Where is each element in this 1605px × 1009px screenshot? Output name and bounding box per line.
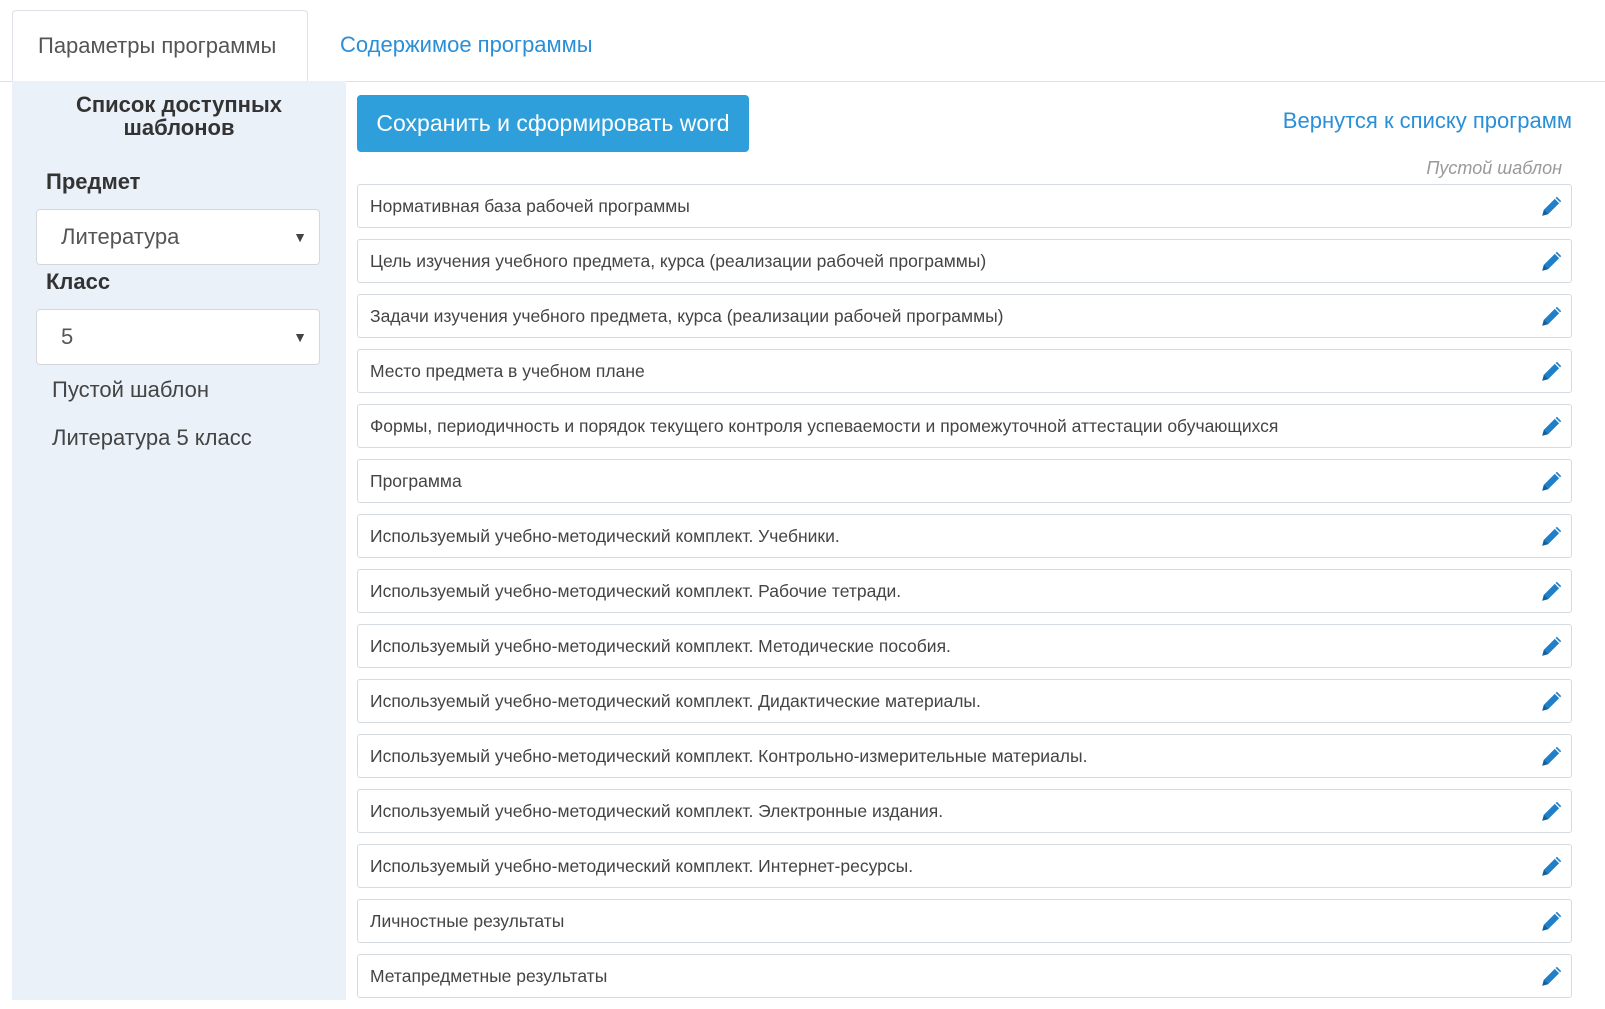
section-row[interactable]: Задачи изучения учебного предмета, курса… [357, 294, 1572, 338]
pencil-icon[interactable] [1539, 963, 1565, 989]
pencil-icon[interactable] [1539, 688, 1565, 714]
caret-down-icon: ▼ [293, 329, 307, 345]
section-row[interactable]: Цель изучения учебного предмета, курса (… [357, 239, 1572, 283]
section-label: Используемый учебно-методический комплек… [370, 526, 840, 546]
template-item-literature-5[interactable]: Литература 5 класс [52, 425, 252, 451]
pencil-icon[interactable] [1539, 248, 1565, 274]
section-label: Используемый учебно-методический комплек… [370, 856, 914, 876]
caret-down-icon: ▼ [293, 229, 307, 245]
pencil-icon[interactable] [1539, 908, 1565, 934]
subject-label: Предмет [46, 169, 141, 194]
pencil-icon[interactable] [1539, 578, 1565, 604]
program-sections-list: Нормативная база рабочей программы Цель и… [357, 184, 1572, 1009]
section-label: Используемый учебно-методический комплек… [370, 581, 902, 601]
subject-select[interactable]: Литература ▼ [36, 209, 320, 265]
section-row[interactable]: Используемый учебно-методический комплек… [357, 514, 1572, 558]
section-row[interactable]: Используемый учебно-методический комплек… [357, 844, 1572, 888]
section-row[interactable]: Нормативная база рабочей программы [357, 184, 1572, 228]
section-row[interactable]: Используемый учебно-методический комплек… [357, 734, 1572, 778]
pencil-icon[interactable] [1539, 798, 1565, 824]
section-label: Цель изучения учебного предмета, курса (… [370, 251, 987, 271]
pencil-icon[interactable] [1539, 743, 1565, 769]
section-label: Программа [370, 471, 462, 491]
pencil-icon[interactable] [1539, 193, 1565, 219]
section-label: Формы, периодичность и порядок текущего … [370, 416, 1279, 436]
section-label: Метапредметные результаты [370, 966, 608, 986]
section-row[interactable]: Место предмета в учебном плане [357, 349, 1572, 393]
section-row[interactable]: Используемый учебно-методический комплек… [357, 789, 1572, 833]
section-label: Личностные результаты [370, 911, 565, 931]
class-select[interactable]: 5 ▼ [36, 309, 320, 365]
class-label: Класс [46, 269, 111, 294]
current-template-label: Пустой шаблон [1426, 158, 1562, 178]
sidebar-title: Список доступных шаблонов [75, 92, 282, 140]
tab-bar: Параметры программы Содержимое программы [0, 0, 1605, 82]
pencil-icon[interactable] [1539, 633, 1565, 659]
pencil-icon[interactable] [1539, 468, 1565, 494]
subject-select-value: Литература [61, 224, 180, 249]
section-row[interactable]: Используемый учебно-методический комплек… [357, 624, 1572, 668]
tab-program-params[interactable]: Параметры программы [12, 10, 308, 82]
templates-sidebar: Список доступных шаблонов Предмет Литера… [12, 81, 346, 1000]
class-select-value: 5 [61, 324, 74, 349]
pencil-icon[interactable] [1539, 413, 1565, 439]
section-row[interactable]: Личностные результаты [357, 899, 1572, 943]
section-label: Используемый учебно-методический комплек… [370, 636, 951, 656]
pencil-icon[interactable] [1539, 358, 1565, 384]
back-to-programs-link[interactable]: Вернутся к списку программ [1283, 108, 1572, 134]
section-row[interactable]: Формы, периодичность и порядок текущего … [357, 404, 1572, 448]
section-label: Используемый учебно-методический комплек… [370, 801, 944, 821]
pencil-icon[interactable] [1539, 523, 1565, 549]
tab-program-content[interactable]: Содержимое программы [315, 10, 618, 80]
section-label: Нормативная база рабочей программы [370, 196, 690, 216]
section-label: Используемый учебно-методический комплек… [370, 746, 1088, 766]
pencil-icon[interactable] [1539, 853, 1565, 879]
section-label: Место предмета в учебном плане [370, 361, 645, 381]
section-label: Используемый учебно-методический комплек… [370, 691, 981, 711]
section-row[interactable]: Используемый учебно-методический комплек… [357, 569, 1572, 613]
section-label: Задачи изучения учебного предмета, курса… [370, 306, 1004, 326]
section-row[interactable]: Используемый учебно-методический комплек… [357, 679, 1572, 723]
pencil-icon[interactable] [1539, 303, 1565, 329]
section-row[interactable]: Метапредметные результаты [357, 954, 1572, 998]
section-row[interactable]: Программа [357, 459, 1572, 503]
save-and-generate-word-button[interactable]: Сохранить и сформировать word [357, 95, 749, 152]
template-item-empty[interactable]: Пустой шаблон [52, 377, 209, 403]
